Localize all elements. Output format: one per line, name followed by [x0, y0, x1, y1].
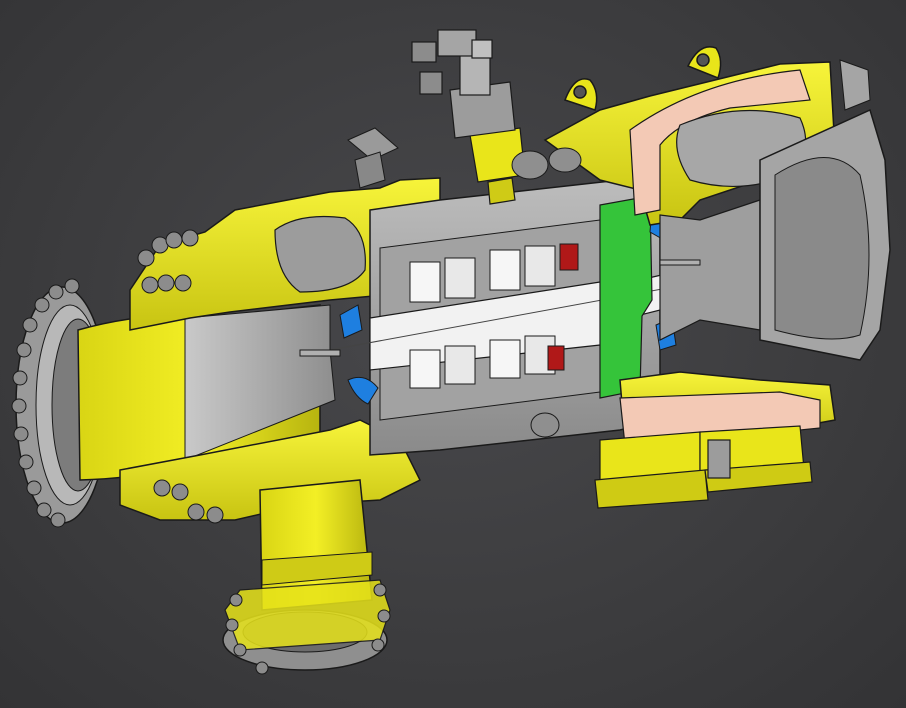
- sensor-left-top: [347, 127, 399, 189]
- impeller-diffuser: [659, 199, 761, 341]
- support-feet: [594, 425, 813, 509]
- cad-viewport[interactable]: [0, 0, 906, 708]
- left-casing-cavity: [274, 215, 366, 293]
- compressor-cutaway-model: [11, 29, 891, 675]
